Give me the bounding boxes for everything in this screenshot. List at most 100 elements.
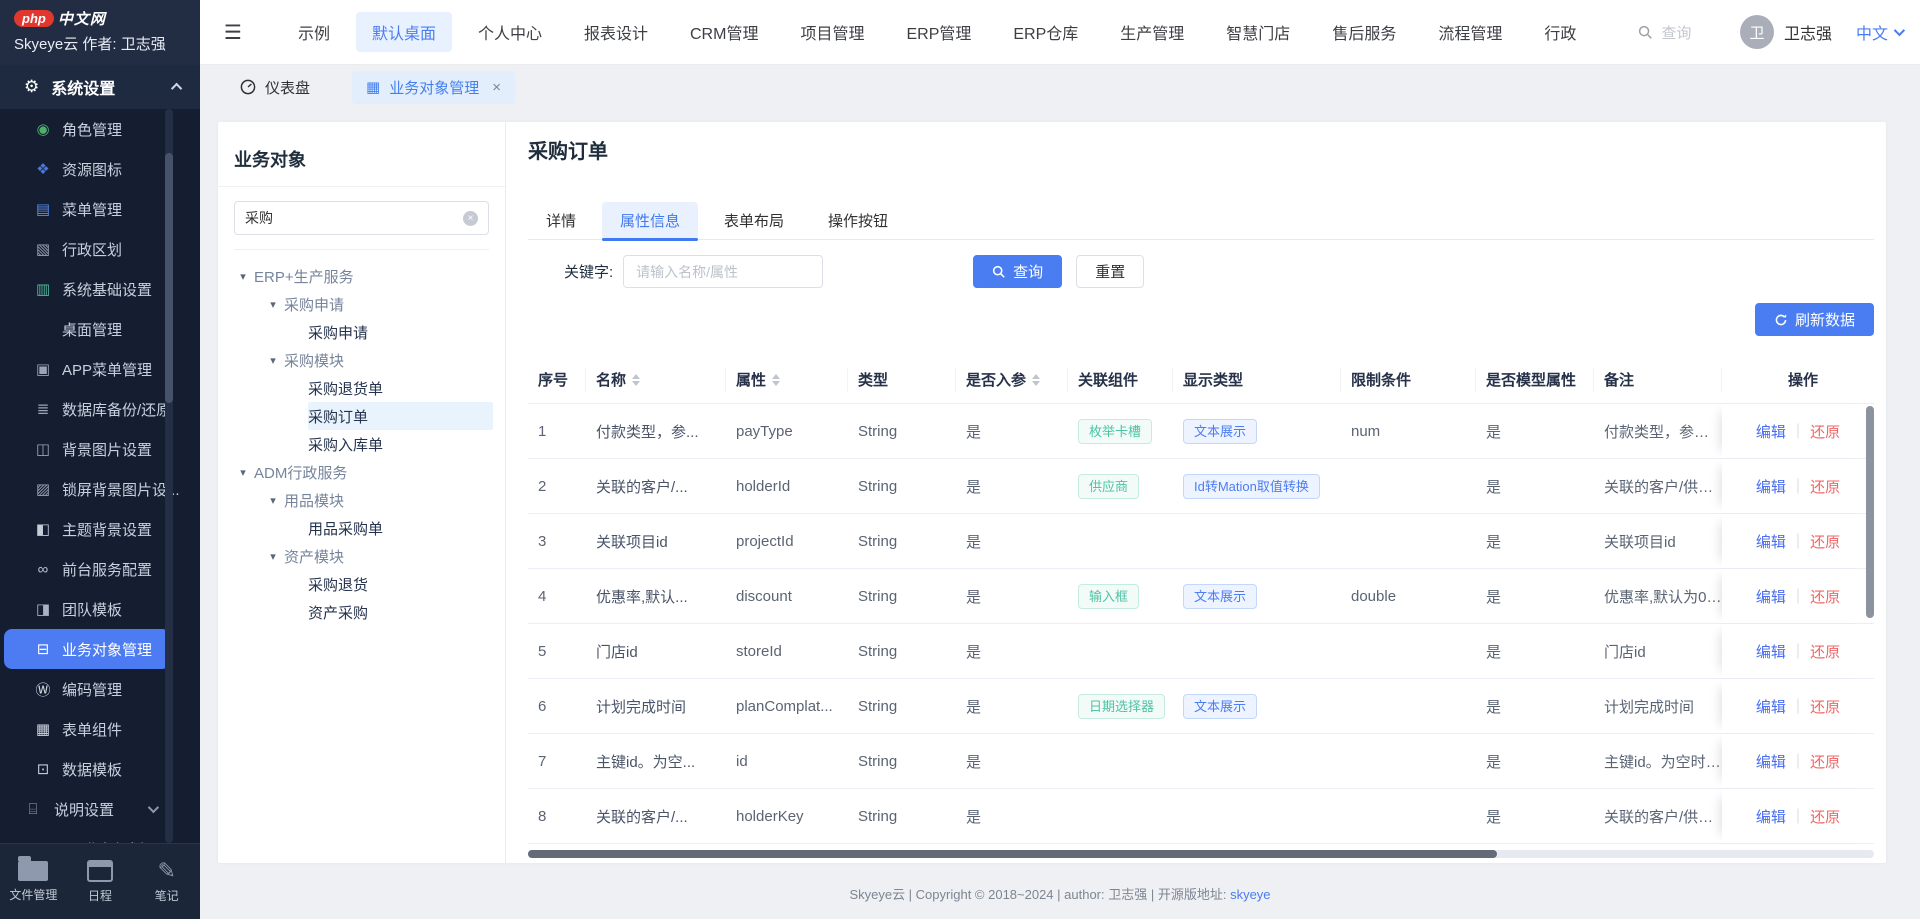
edit-link[interactable]: 编辑 [1756,641,1786,662]
region-icon: ▧ [35,241,51,258]
tab-attribute-info[interactable]: 属性信息 [602,202,699,241]
cell-is-model: 是 [1486,698,1502,716]
scrollbar-thumb[interactable] [528,850,1498,858]
tree-node-purchase-order[interactable]: 采购订单 [218,402,505,430]
cell-actions: 编辑 | 还原 [1722,569,1874,623]
table-row: 1 付款类型，参... payType String 是 枚举卡槽 文本展示 n… [528,404,1874,459]
topnav-item-active[interactable]: 默认桌面 [355,12,452,52]
table-horizontal-scrollbar[interactable] [528,850,1874,858]
restore-link[interactable]: 还原 [1810,421,1840,442]
restore-link[interactable]: 还原 [1810,476,1840,497]
col-in-param[interactable]: 是否入参 [956,367,1068,392]
cell-is-model: 是 [1486,423,1502,441]
tree-node-erp-service[interactable]: ▾ ERP+生产服务 [218,262,505,290]
tab-business-object-manage[interactable]: ▦ 业务对象管理 × [352,70,515,104]
global-search[interactable]: 查询 [1638,22,1691,43]
sidebar-item-business-object[interactable]: ⊟ 业务对象管理 [4,629,170,669]
team-template-icon: ◨ [35,601,51,618]
cell-attr: planComplat... [736,697,833,715]
col-name[interactable]: 名称 [586,367,726,392]
col-remark: 备注 [1594,367,1722,392]
tree-node-purchase-inbound[interactable]: 采购入库单 [218,430,505,458]
refresh-data-button[interactable]: 刷新数据 [1754,303,1874,336]
reset-button[interactable]: 重置 [1076,255,1145,288]
sidebar-collapse-icon[interactable]: ☰ [224,20,242,45]
tab-detail[interactable]: 详情 [528,202,594,239]
caret-down-icon[interactable]: ▾ [262,354,284,367]
sidebar-scrollbar[interactable] [165,109,173,843]
close-icon[interactable]: × [492,79,501,96]
topnav-item[interactable]: 报表设计 [568,12,664,52]
tab-action-buttons[interactable]: 操作按钮 [810,202,906,239]
col-display-type: 显示类型 [1173,367,1341,392]
footer: Skyeye云 | Copyright © 2018~2024 | author… [200,884,1920,903]
footer-link[interactable]: skyeye [1230,887,1270,902]
topnav-item[interactable]: 流程管理 [1422,12,1518,52]
display-tag: 文本展示 [1183,583,1258,609]
sort-icon[interactable] [1032,373,1041,386]
cell-attr: discount [736,587,792,605]
tree-node-purchase-apply-group[interactable]: ▾ 采购申请 [218,290,505,318]
dock-item-notes[interactable]: ✎ 笔记 [133,844,200,919]
query-button[interactable]: 查询 [973,255,1063,288]
restore-link[interactable]: 还原 [1810,531,1840,552]
sidebar-section-system-settings[interactable]: ⚙ 系统设置 [0,65,200,109]
edit-link[interactable]: 编辑 [1756,476,1786,497]
edit-link[interactable]: 编辑 [1756,531,1786,552]
tree-node-asset-purchase[interactable]: 资产采购 [218,598,505,626]
topnav-item[interactable]: CRM管理 [674,12,774,52]
edit-link[interactable]: 编辑 [1756,421,1786,442]
caret-down-icon[interactable]: ▾ [232,270,254,283]
edit-link[interactable]: 编辑 [1756,751,1786,772]
restore-link[interactable]: 还原 [1810,806,1840,827]
table-vertical-scrollbar[interactable] [1866,406,1874,618]
topnav-item[interactable]: ERP仓库 [997,12,1094,52]
chevron-down-icon [147,801,160,814]
tree-node-supplies-purchase[interactable]: 用品采购单 [218,514,505,542]
caret-down-icon[interactable]: ▾ [262,298,284,311]
restore-link[interactable]: 还原 [1810,696,1840,717]
language-switcher[interactable]: 中文 [1856,20,1906,44]
search-icon [1638,25,1653,40]
sort-icon[interactable] [772,373,781,386]
note-icon: ✎ [157,857,176,883]
keyword-input[interactable]: 请输入名称/属性 [623,255,824,288]
topnav-item[interactable]: 示例 [282,12,346,52]
col-attr[interactable]: 属性 [726,367,848,392]
caret-down-icon[interactable]: ▾ [262,494,284,507]
tree-node-purchase-return-order[interactable]: 采购退货单 [218,374,505,402]
topnav-item[interactable]: ERP管理 [890,12,987,52]
topnav-item[interactable]: 生产管理 [1104,12,1200,52]
cell-in-param: 是 [966,698,982,716]
tree-node-purchase-return[interactable]: 采购退货 [218,570,505,598]
tree-node-asset-module[interactable]: ▾ 资产模块 [218,542,505,570]
topnav-item[interactable]: 智慧门店 [1210,12,1306,52]
dock-item-file-manage[interactable]: 文件管理 [0,844,67,919]
clear-icon[interactable]: × [463,210,478,226]
topnav-item[interactable]: 售后服务 [1316,12,1412,52]
tab-dashboard[interactable]: 仪表盘 [226,71,324,104]
tree-node-supplies-module[interactable]: ▾ 用品模块 [218,486,505,514]
sidebar-scrollbar-thumb[interactable] [165,153,173,403]
tree-search-input[interactable]: 采购 × [234,201,489,235]
caret-down-icon[interactable]: ▾ [232,466,254,479]
edit-link[interactable]: 编辑 [1756,806,1786,827]
avatar[interactable]: 卫 [1739,15,1774,49]
caret-down-icon[interactable]: ▾ [262,550,284,563]
user-name[interactable]: 卫志强 [1784,20,1832,44]
restore-link[interactable]: 还原 [1810,641,1840,662]
sort-icon[interactable] [632,373,641,386]
tree-node-purchase-module[interactable]: ▾ 采购模块 [218,346,505,374]
tree-node-adm-service[interactable]: ▾ ADM行政服务 [218,458,505,486]
restore-link[interactable]: 还原 [1810,586,1840,607]
cell-type: String [858,697,898,715]
edit-link[interactable]: 编辑 [1756,586,1786,607]
tab-form-layout[interactable]: 表单布局 [706,202,802,239]
topnav-item[interactable]: 项目管理 [784,12,880,52]
edit-link[interactable]: 编辑 [1756,696,1786,717]
dock-item-schedule[interactable]: 日程 [67,844,134,919]
topnav-item[interactable]: 个人中心 [462,12,558,52]
topnav-item[interactable]: 行政 [1528,12,1592,52]
tree-node-purchase-apply[interactable]: 采购申请 [218,318,505,346]
restore-link[interactable]: 还原 [1810,751,1840,772]
